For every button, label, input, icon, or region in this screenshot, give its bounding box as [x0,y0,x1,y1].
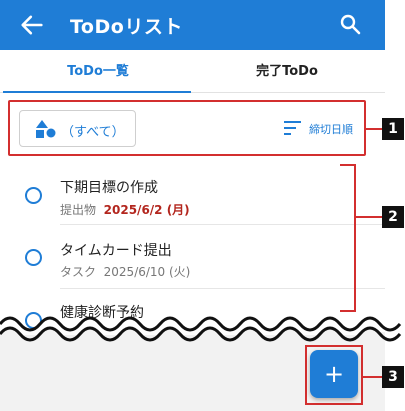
add-todo-button[interactable]: + [310,350,358,398]
app-bar: ToDoリスト [0,0,385,50]
item-due-date: 2025/6/2 (月) [103,203,190,217]
list-item[interactable]: 下期目標の作成 提出物 2025/6/2 (月) [0,158,385,225]
complete-radio[interactable] [25,249,42,266]
callout-leader-3 [363,376,382,378]
item-meta: 提出物 2025/6/2 (月) [60,201,190,218]
search-icon[interactable] [338,12,362,36]
callout-badge-1: 1 [382,118,404,140]
plus-icon: + [323,360,345,388]
complete-radio[interactable] [25,187,42,204]
shapes-icon [36,120,56,138]
filter-button[interactable]: （すべて） [19,110,136,147]
item-title: 下期目標の作成 [60,180,158,196]
item-due-date: 2025/6/10 (火) [103,265,191,279]
filter-label: （すべて） [61,125,125,140]
tab-bar: ToDo一覧 完了ToDo [0,50,385,93]
active-tab-indicator [3,91,191,93]
item-meta: タスク 2025/6/10 (火) [60,263,190,280]
callout-badge-2: 2 [382,206,404,228]
torn-edge-divider [0,316,402,350]
item-category: 提出物 [60,203,97,217]
callout-leader-2 [356,216,382,218]
callout-badge-3: 3 [382,366,404,388]
item-title: タイムカード提出 [60,243,172,259]
arrow-left-icon[interactable] [18,11,46,39]
sort-icon [284,121,301,135]
tab-todo-list[interactable]: ToDo一覧 [3,50,193,93]
page-title: ToDoリスト [70,16,183,38]
tab-completed-todo[interactable]: 完了ToDo [192,50,382,93]
list-item[interactable]: タイムカード提出 タスク 2025/6/10 (火) [0,224,385,289]
callout-bracket-2 [340,164,356,312]
sort-label: 締切日順 [309,123,353,136]
item-category: タスク [60,265,97,279]
callout-leader-1 [366,128,382,130]
